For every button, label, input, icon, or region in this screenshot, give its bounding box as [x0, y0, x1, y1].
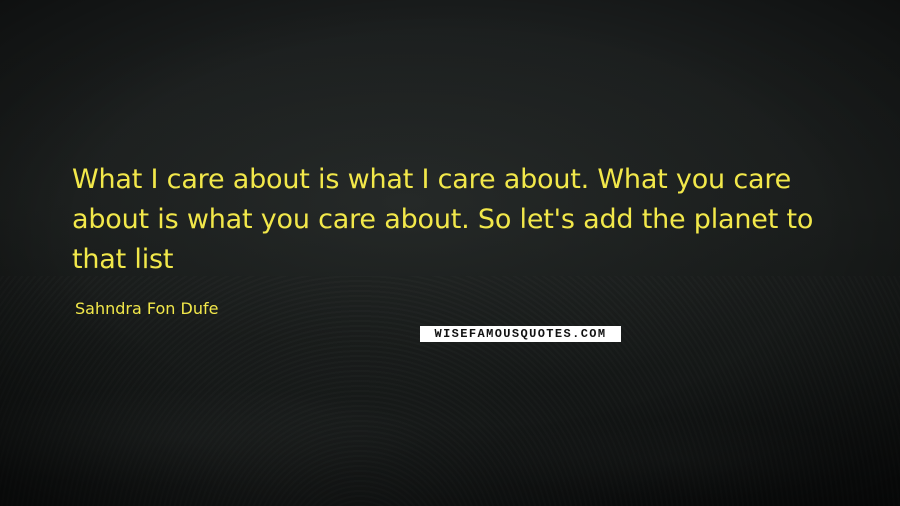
quote-image: What I care about is what I care about. … — [0, 0, 900, 506]
quote-author: Sahndra Fon Dufe — [75, 299, 219, 318]
site-watermark: WISEFAMOUSQUOTES.COM — [420, 326, 621, 342]
quote-text: What I care about is what I care about. … — [72, 164, 814, 275]
